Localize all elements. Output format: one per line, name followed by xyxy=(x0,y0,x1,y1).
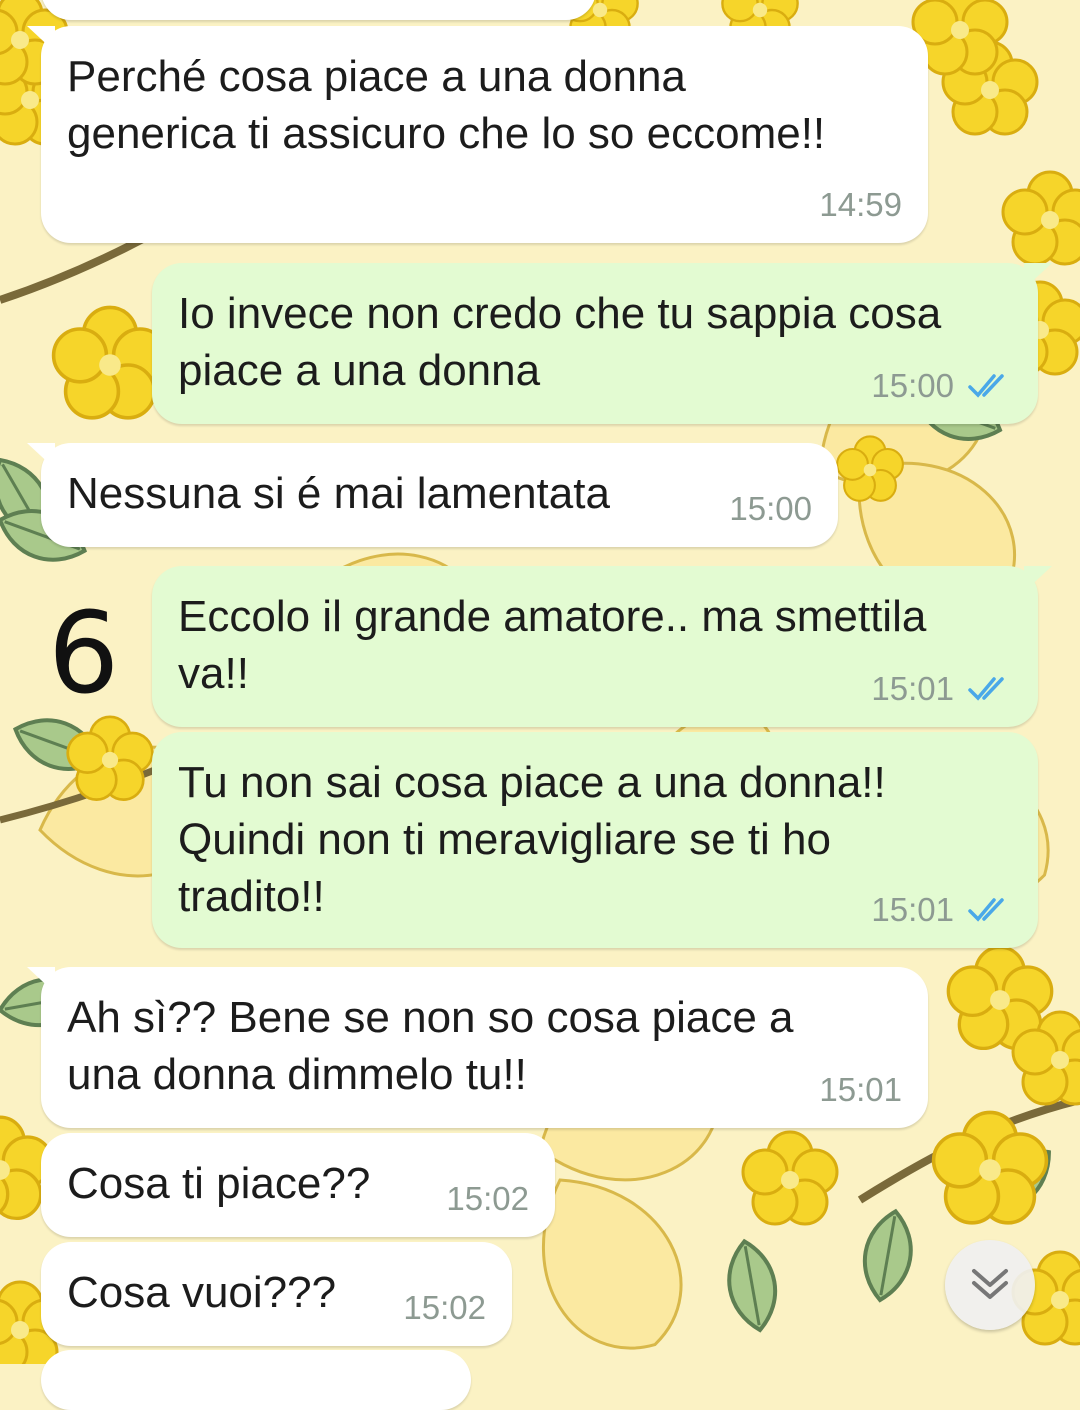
message-text: Cosa vuoi??? xyxy=(67,1268,337,1317)
double-check-icon xyxy=(968,898,1004,922)
message-time: 14:59 xyxy=(819,186,902,223)
message-text: Eccolo il grande amatore.. ma smettila v… xyxy=(178,592,927,698)
message-text: Ah sì?? Bene se non so cosa piace a una … xyxy=(67,993,794,1099)
message-time: 15:01 xyxy=(871,891,954,928)
double-check-icon xyxy=(968,677,1004,701)
message-time: 15:02 xyxy=(403,1289,486,1326)
message-bubble-outgoing[interactable]: Io invece non credo che tu sappia cosa p… xyxy=(152,263,1052,424)
scroll-to-bottom-button[interactable] xyxy=(945,1240,1035,1330)
message-bubble-partial[interactable] xyxy=(41,1350,471,1410)
message-time: 15:01 xyxy=(819,1071,902,1108)
message-time: 15:01 xyxy=(871,670,954,707)
message-bubble-outgoing[interactable]: Tu non sai cosa piace a una donna!! Quin… xyxy=(152,732,1038,948)
message-text: Cosa ti piace?? xyxy=(67,1159,371,1208)
handwritten-annotation-number: 6 xyxy=(48,589,120,719)
message-bubble-incoming[interactable]: Ah sì?? Bene se non so cosa piace a una … xyxy=(27,967,928,1128)
message-bubble-partial[interactable] xyxy=(41,0,596,20)
message-bubble-incoming[interactable]: Cosa vuoi??? 15:02 xyxy=(41,1242,512,1346)
chevron-double-down-icon xyxy=(972,1269,1008,1299)
message-bubble-incoming[interactable]: Perché cosa piace a una donna generica t… xyxy=(27,26,928,243)
message-bubble-incoming[interactable]: Nessuna si é mai lamentata 15:00 xyxy=(27,443,838,547)
message-text: Nessuna si é mai lamentata xyxy=(67,469,610,518)
message-text: Io invece non credo che tu sappia cosa p… xyxy=(178,289,942,395)
message-text: Perché cosa piace a una donna generica t… xyxy=(67,52,826,158)
bubble-tail xyxy=(1024,263,1052,289)
message-bubble-outgoing[interactable]: Eccolo il grande amatore.. ma smettila v… xyxy=(152,566,1052,727)
message-time: 15:00 xyxy=(729,490,812,527)
message-time: 15:02 xyxy=(446,1180,529,1217)
double-check-icon xyxy=(968,374,1004,398)
message-time: 15:00 xyxy=(871,367,954,404)
message-text: Tu non sai cosa piace a una donna!! Quin… xyxy=(178,758,886,921)
bubble-tail xyxy=(27,443,55,469)
message-bubble-incoming[interactable]: Cosa ti piace?? 15:02 xyxy=(41,1133,555,1237)
bubble-tail xyxy=(27,967,55,993)
bubble-tail xyxy=(1024,566,1052,592)
bubble-tail xyxy=(27,26,55,52)
